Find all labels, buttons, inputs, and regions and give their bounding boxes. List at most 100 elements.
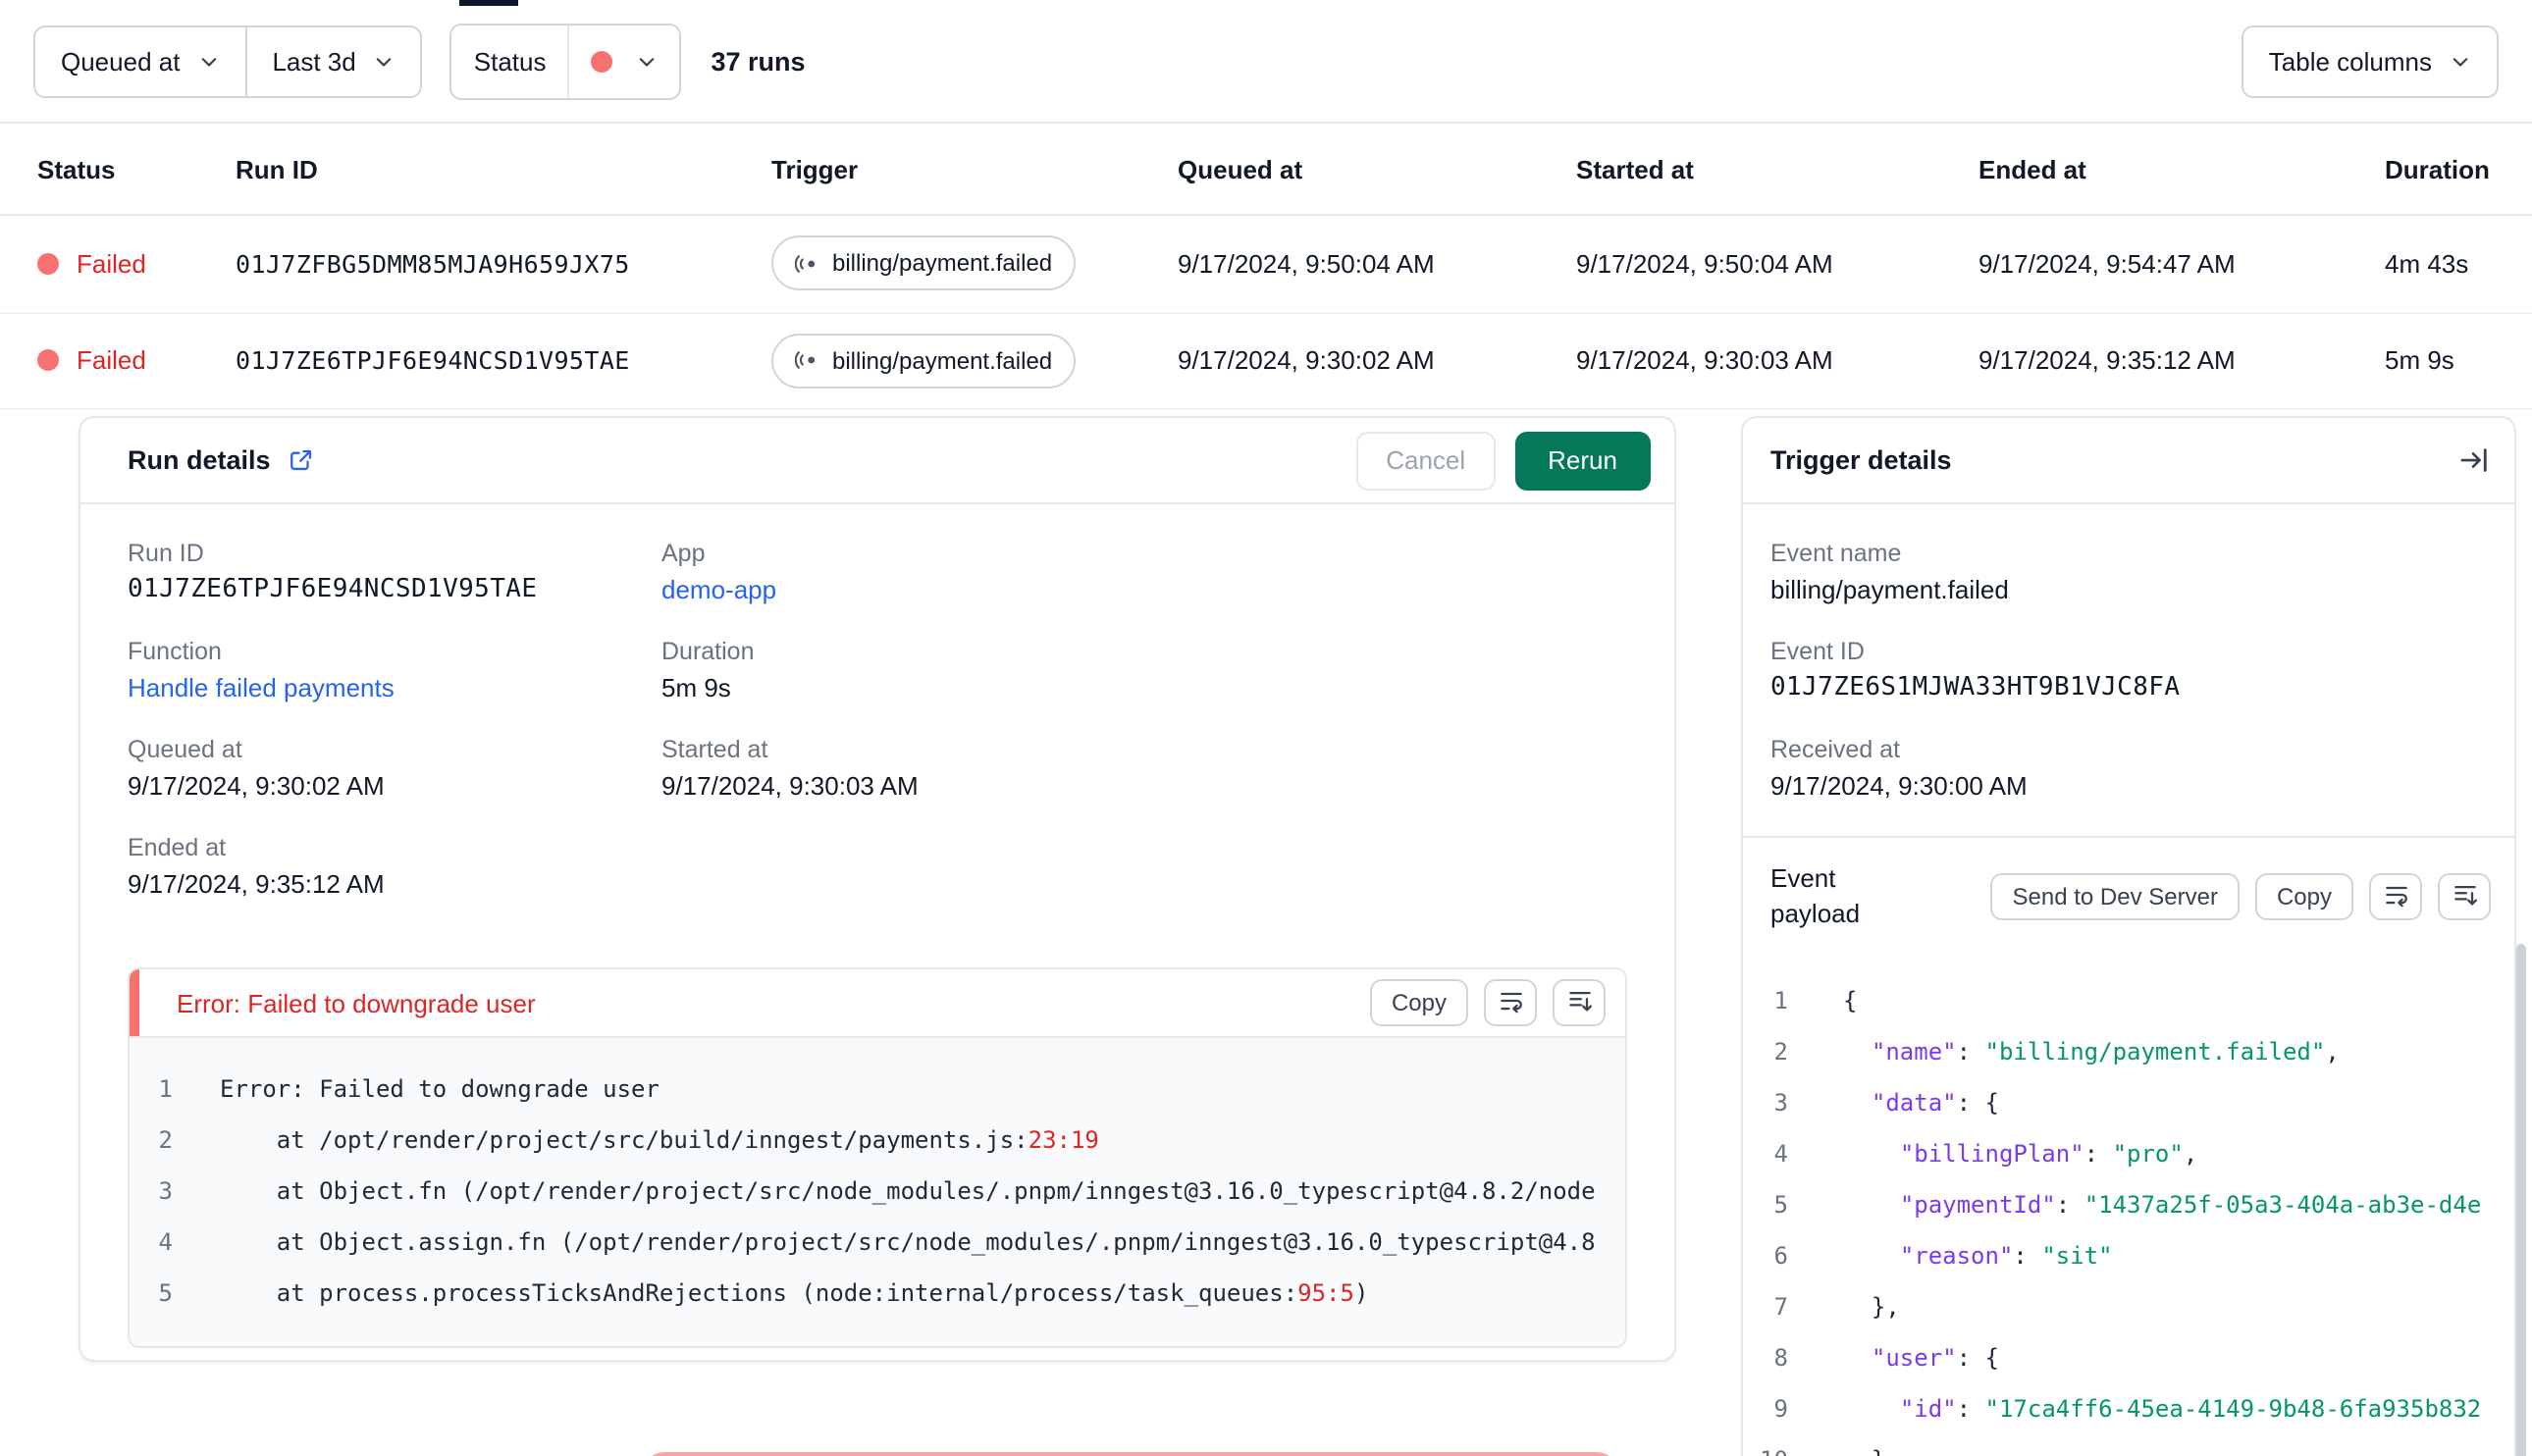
field-value-run-id: 01J7ZE6TPJF6E94NCSD1V95TAE <box>128 575 538 604</box>
queued-at-cell: 9/17/2024, 9:50:04 AM <box>1178 248 1435 279</box>
run-details-drawer: Run details Cancel Rerun Run ID 01J7ZE6T… <box>0 410 2532 1456</box>
status-filter-value <box>569 25 679 97</box>
scroll-to-bottom-button[interactable] <box>2438 873 2491 920</box>
copy-button[interactable]: Copy <box>2254 873 2353 920</box>
time-filter-group: Queued at Last 3d <box>33 25 423 97</box>
code-line: 3 at Object.fn (/opt/render/project/src/… <box>158 1177 1596 1205</box>
run-details-card: Run details Cancel Rerun Run ID 01J7ZE6T… <box>79 416 1676 1362</box>
field-queued-at: Queued at 9/17/2024, 9:30:02 AM <box>128 736 661 801</box>
trigger-event-name: billing/payment.failed <box>832 346 1053 375</box>
code-line: 6 "reason": "sit" <box>1773 1242 2113 1270</box>
field-value-event-name: billing/payment.failed <box>1770 575 2009 604</box>
field-value-event-id: 01J7ZE6S1MJWA33HT9B1VJC8FA <box>1770 673 2181 702</box>
table-row[interactable]: Failed 01J7ZFBG5DMM85MJA9H659JX75 billin… <box>0 216 2532 313</box>
runs-table: Status Run ID Trigger Queued at Started … <box>0 124 2532 410</box>
runs-table-header: Status Run ID Trigger Queued at Started … <box>0 124 2532 216</box>
field-label: Event ID <box>1770 638 1865 665</box>
run-timeline-bar[interactable] <box>646 1452 1615 1456</box>
trigger-event-pill[interactable]: billing/payment.failed <box>771 333 1077 389</box>
field-value-started-at: 9/17/2024, 9:30:03 AM <box>661 771 919 801</box>
run-fields: Run ID 01J7ZE6TPJF6E94NCSD1V95TAE App de… <box>128 540 1627 932</box>
scrollbar-thumb[interactable] <box>2516 944 2526 1456</box>
error-title: Error: Failed to downgrade user <box>177 988 536 1017</box>
stack-trace-code: 1 Error: Failed to downgrade user 2 at /op… <box>130 1036 1625 1346</box>
table-columns-label: Table columns <box>2268 46 2432 76</box>
run-status-label: Failed <box>77 248 146 279</box>
external-link-icon[interactable] <box>289 447 314 473</box>
code-line: 8 "user": { <box>1773 1344 1999 1372</box>
runs-count: 37 runs <box>711 46 806 76</box>
copy-button[interactable]: Copy <box>1369 979 1468 1026</box>
field-label: Queued at <box>128 736 242 763</box>
field-function: Function Handle failed payments <box>128 638 661 702</box>
code-line: 5 at process.processTicksAndRejections (… <box>158 1279 1369 1307</box>
field-label: Run ID <box>128 540 204 567</box>
table-row[interactable]: Failed 01J7ZE6TPJF6E94NCSD1V95TAE billin… <box>0 313 2532 410</box>
field-label: Event name <box>1770 540 1902 567</box>
column-header-started-at: Started at <box>1576 154 1694 183</box>
app-root: Queued at Last 3d Status 37 runs Table c… <box>0 0 2532 1456</box>
field-value-queued-at: 9/17/2024, 9:30:02 AM <box>128 771 385 801</box>
run-details-column: Run details Cancel Rerun Run ID 01J7ZE6T… <box>79 416 1676 1456</box>
run-id-cell: 01J7ZFBG5DMM85MJA9H659JX75 <box>236 248 630 279</box>
collapse-panel-icon[interactable] <box>2459 445 2489 475</box>
tab-indicator-fragment <box>459 0 518 6</box>
column-header-run-id: Run ID <box>236 154 318 183</box>
column-header-status: Status <box>37 154 116 183</box>
code-line: 10 } <box>1751 1434 2514 1456</box>
trigger-cell: billing/payment.failed <box>771 333 1178 389</box>
wrap-text-button[interactable] <box>1484 979 1537 1026</box>
table-columns-button[interactable]: Table columns <box>2241 25 2499 97</box>
column-header-duration: Duration <box>2385 154 2490 183</box>
field-started-at: Started at 9/17/2024, 9:30:03 AM <box>661 736 1627 801</box>
trigger-details-title: Trigger details <box>1770 445 1952 475</box>
code-line: 4 at Object.assign.fn (/opt/render/proje… <box>158 1228 1596 1256</box>
cancel-button[interactable]: Cancel <box>1356 431 1496 490</box>
run-actions: Cancel Rerun <box>1356 431 1651 490</box>
payload-actions: Send to Dev Server Copy <box>1990 873 2491 920</box>
error-code-actions: Copy <box>1369 979 1606 1026</box>
chevron-down-icon <box>374 50 396 72</box>
column-header-trigger: Trigger <box>771 154 859 183</box>
trigger-details-card: Trigger details Event name billing/payme… <box>1741 416 2516 1456</box>
duration-cell: 4m 43s <box>2385 248 2469 279</box>
field-received-at: Received at 9/17/2024, 9:30:00 AM <box>1770 736 2487 801</box>
status-filter-button[interactable]: Status <box>449 23 682 99</box>
field-run-id: Run ID 01J7ZE6TPJF6E94NCSD1V95TAE <box>128 540 661 604</box>
rerun-button[interactable]: Rerun <box>1514 431 1651 490</box>
code-line: 7 }, <box>1773 1293 1900 1321</box>
time-range-filter-button[interactable]: Last 3d <box>246 25 423 97</box>
scroll-to-bottom-button[interactable] <box>1553 979 1606 1026</box>
field-value-received-at: 9/17/2024, 9:30:00 AM <box>1770 771 2028 801</box>
trigger-cell: billing/payment.failed <box>771 235 1178 291</box>
lines-arrow-down-icon <box>1565 986 1593 1019</box>
run-details-title: Run details <box>128 445 271 475</box>
failed-status-dot-icon <box>37 349 59 372</box>
field-label: Duration <box>661 638 755 665</box>
ended-at-cell: 9/17/2024, 9:54:47 AM <box>1978 248 2236 279</box>
queued-at-filter-button[interactable]: Queued at <box>33 25 247 97</box>
function-link[interactable]: Handle failed payments <box>128 673 395 702</box>
wrap-text-icon <box>2382 880 2409 913</box>
started-at-cell: 9/17/2024, 9:50:04 AM <box>1576 248 1833 279</box>
field-value-ended-at: 9/17/2024, 9:35:12 AM <box>128 869 385 899</box>
queued-at-cell: 9/17/2024, 9:30:02 AM <box>1178 345 1435 376</box>
runs-toolbar: Queued at Last 3d Status 37 runs Table c… <box>0 0 2532 124</box>
wrap-text-icon <box>1497 986 1524 1019</box>
wrap-text-button[interactable] <box>2369 873 2422 920</box>
field-label: App <box>661 540 706 567</box>
run-status-label: Failed <box>77 345 146 376</box>
code-line: 4 "billingPlan": "pro", <box>1773 1140 2198 1168</box>
trigger-event-pill[interactable]: billing/payment.failed <box>771 235 1077 291</box>
queued-at-filter-label: Queued at <box>61 46 181 76</box>
field-ended-at: Ended at 9/17/2024, 9:35:12 AM <box>128 834 661 899</box>
duration-cell: 5m 9s <box>2385 345 2454 376</box>
column-header-ended-at: Ended at <box>1978 154 2086 183</box>
send-to-dev-server-button[interactable]: Send to Dev Server <box>1990 873 2240 920</box>
failed-status-dot-icon <box>591 50 613 72</box>
error-panel: Error: Failed to downgrade user Copy 1 E… <box>128 967 1627 1348</box>
trigger-event-name: billing/payment.failed <box>832 249 1053 278</box>
error-panel-header: Error: Failed to downgrade user Copy <box>130 969 1625 1036</box>
event-icon <box>795 251 820 277</box>
app-link[interactable]: demo-app <box>661 575 776 604</box>
